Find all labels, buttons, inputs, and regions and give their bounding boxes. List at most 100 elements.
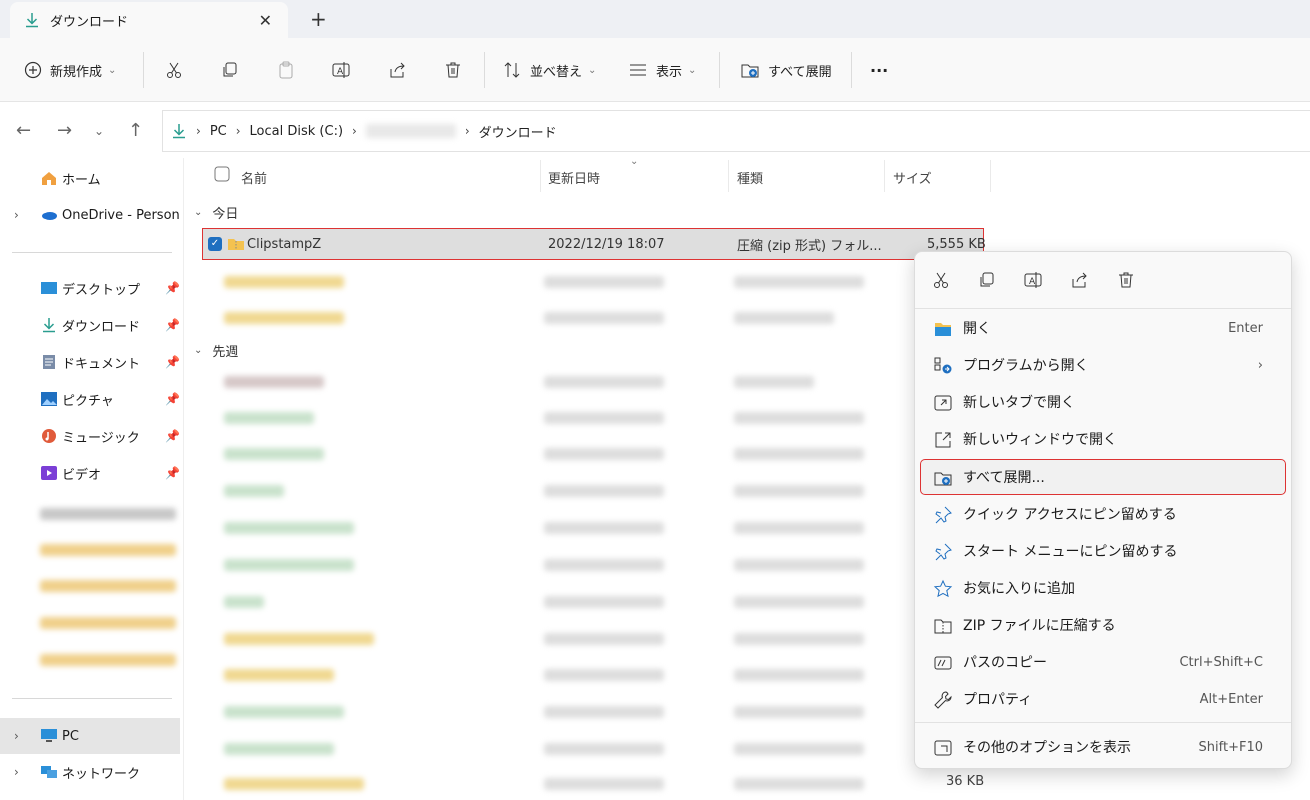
zip-folder-icon <box>228 239 244 250</box>
sidebar-item-downloads[interactable]: ダウンロード 📌 <box>0 309 184 341</box>
new-tab-icon[interactable]: + <box>310 7 327 31</box>
copy-button[interactable] <box>220 58 240 82</box>
new-button[interactable]: 新規作成 ⌄ <box>24 58 116 82</box>
pin-icon[interactable]: 📌 <box>165 281 180 295</box>
forward-icon[interactable]: → <box>57 120 72 141</box>
menu-item-shortcut: Ctrl+Shift+C <box>1179 654 1263 670</box>
paste-button[interactable] <box>276 58 296 82</box>
table-row-selected[interactable]: ✓ ClipstampZ 2022/12/19 18:07 圧縮 (zip 形式… <box>202 228 986 260</box>
list-item-blurred[interactable] <box>224 743 334 755</box>
sidebar-item-home[interactable]: ホーム <box>0 162 184 194</box>
breadcrumb-downloads[interactable]: ダウンロード <box>479 122 557 141</box>
checkbox-checked-icon[interactable]: ✓ <box>208 237 222 251</box>
menu-item-open-with[interactable]: プログラムから開く › <box>921 348 1285 382</box>
menu-item-pin-quick-access[interactable]: クイック アクセスにピン留めする <box>921 497 1285 531</box>
cut-button[interactable] <box>164 58 184 82</box>
more-options-button[interactable]: ··· <box>870 58 888 82</box>
list-item-blurred[interactable] <box>224 596 264 608</box>
paste-icon <box>279 61 293 79</box>
share-button[interactable] <box>387 58 407 82</box>
list-item-blurred[interactable] <box>224 559 354 571</box>
address-bar[interactable]: › PC › Local Disk (C:) › › ダウンロード <box>162 110 1310 152</box>
sidebar-label: ビデオ <box>62 467 102 483</box>
copy-button[interactable] <box>977 270 999 292</box>
pin-icon[interactable]: 📌 <box>165 429 180 443</box>
column-header-type[interactable]: 種類 <box>737 168 763 187</box>
list-item-blurred <box>734 706 864 718</box>
sidebar-item-blurred[interactable] <box>40 508 176 520</box>
list-item-blurred[interactable] <box>224 522 354 534</box>
sidebar-item-network[interactable]: › ネットワーク <box>0 756 184 788</box>
list-item-blurred[interactable] <box>224 633 374 645</box>
chevron-right-icon[interactable]: › <box>14 729 19 743</box>
breadcrumb-disk[interactable]: Local Disk (C:) <box>250 124 343 139</box>
sidebar-item-blurred[interactable] <box>40 617 176 629</box>
sidebar-item-onedrive[interactable]: › OneDrive - Persona <box>0 199 184 231</box>
breadcrumb-pc[interactable]: PC <box>210 124 227 139</box>
list-item-blurred[interactable] <box>224 376 324 388</box>
pin-icon[interactable]: 📌 <box>165 392 180 406</box>
menu-item-extract-all[interactable]: すべて展開... <box>920 459 1286 495</box>
cut-button[interactable] <box>931 270 953 292</box>
list-item-blurred[interactable] <box>224 312 344 324</box>
recent-chevron-icon[interactable]: ⌄ <box>94 124 104 138</box>
menu-item-open-new-window[interactable]: 新しいウィンドウで開く <box>921 422 1285 456</box>
column-header-size[interactable]: サイズ <box>893 168 932 187</box>
tab-downloads[interactable]: ダウンロード ✕ <box>10 2 288 38</box>
list-item-blurred[interactable] <box>224 706 344 718</box>
group-header-today[interactable]: ⌄ 今日 <box>194 203 238 222</box>
close-icon[interactable]: ✕ <box>259 11 272 30</box>
sidebar-item-blurred[interactable] <box>40 654 176 666</box>
list-item-blurred[interactable] <box>224 485 284 497</box>
menu-item-add-favorite[interactable]: お気に入りに追加 <box>921 571 1285 605</box>
pin-icon[interactable]: 📌 <box>165 318 180 332</box>
share-button[interactable] <box>1069 270 1091 292</box>
pin-icon[interactable]: 📌 <box>165 355 180 369</box>
delete-button[interactable] <box>443 58 463 82</box>
chevron-right-icon[interactable]: › <box>14 208 19 222</box>
breadcrumb-user[interactable] <box>365 124 456 138</box>
sidebar-item-pc[interactable]: › PC <box>0 718 180 754</box>
view-icon <box>630 64 646 76</box>
list-item-blurred[interactable] <box>224 669 334 681</box>
select-all-checkbox[interactable] <box>214 166 230 182</box>
sidebar-item-documents[interactable]: ドキュメント 📌 <box>0 346 184 378</box>
sidebar-item-music[interactable]: ミュージック 📌 <box>0 420 184 452</box>
copy-path-icon <box>934 656 952 670</box>
rename-button[interactable]: A <box>1023 270 1045 292</box>
rename-button[interactable]: A <box>331 58 351 82</box>
chevron-right-icon[interactable]: › <box>14 765 19 779</box>
list-item-blurred <box>544 778 664 790</box>
menu-item-open[interactable]: 開く Enter <box>921 311 1285 345</box>
sidebar-item-videos[interactable]: ビデオ 📌 <box>0 457 184 489</box>
file-size: 36 KB <box>946 774 985 789</box>
column-header-modified[interactable]: 更新日時 <box>548 168 600 187</box>
menu-item-copy-path[interactable]: パスのコピー Ctrl+Shift+C <box>921 645 1285 679</box>
sort-button[interactable]: 並べ替え ⌄ <box>502 58 596 82</box>
sidebar-item-pictures[interactable]: ピクチャ 📌 <box>0 383 184 415</box>
pin-icon[interactable]: 📌 <box>165 466 180 480</box>
list-item-blurred <box>544 669 664 681</box>
delete-button[interactable] <box>1116 270 1138 292</box>
back-icon[interactable]: ← <box>16 120 31 141</box>
extract-all-button[interactable]: すべて展開 <box>740 58 832 82</box>
list-item-blurred[interactable] <box>224 276 344 288</box>
list-item-blurred[interactable] <box>224 448 324 460</box>
list-item-blurred[interactable] <box>224 778 364 790</box>
menu-item-open-new-tab[interactable]: 新しいタブで開く <box>921 385 1285 419</box>
pin-icon <box>935 543 952 561</box>
group-header-last-week[interactable]: ⌄ 先週 <box>194 341 238 360</box>
sidebar-item-blurred[interactable] <box>40 544 176 556</box>
up-icon[interactable]: ↑ <box>128 120 143 141</box>
menu-item-properties[interactable]: プロパティ Alt+Enter <box>921 682 1285 716</box>
menu-item-more-options[interactable]: その他のオプションを表示 Shift+F10 <box>921 730 1285 764</box>
menu-item-pin-start[interactable]: スタート メニューにピン留めする <box>921 534 1285 568</box>
list-item-blurred[interactable] <box>224 412 314 424</box>
chevron-right-icon: › <box>196 124 201 138</box>
svg-text:A: A <box>337 67 344 77</box>
column-header-name[interactable]: 名前 <box>241 168 267 187</box>
view-button[interactable]: 表示 ⌄ <box>628 58 696 82</box>
menu-item-compress-zip[interactable]: ZIP ファイルに圧縮する <box>921 608 1285 642</box>
sidebar-item-blurred[interactable] <box>40 580 176 592</box>
sidebar-item-desktop[interactable]: デスクトップ 📌 <box>0 272 184 304</box>
